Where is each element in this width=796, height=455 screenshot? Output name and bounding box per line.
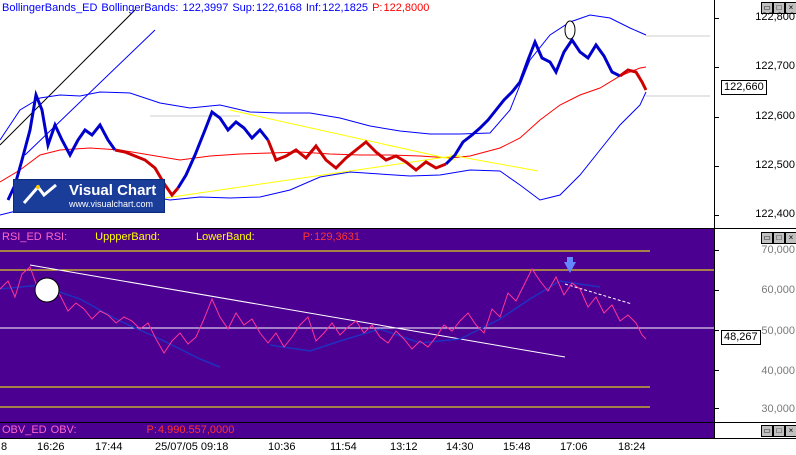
peak-marker — [564, 20, 576, 40]
time-label-7: 14:30 — [446, 441, 474, 453]
rsi-tickmark-2 — [714, 290, 719, 291]
rsi-label: RSI: — [45, 231, 68, 243]
rsi-close-button[interactable]: × — [785, 232, 796, 244]
sup-label: Sup: — [232, 2, 255, 14]
price-axis: ▭ □ × 122,800 122,700 122,600 122,500 12… — [714, 0, 796, 228]
obv-indicator-name: OBV_ED — [2, 424, 47, 436]
p-value: 122,8000 — [383, 2, 430, 14]
rsi-tickmark-1 — [714, 250, 719, 251]
logo-title: Visual Chart — [69, 182, 157, 199]
triangle-lower-line — [164, 154, 461, 199]
rsi-tickmark-5 — [714, 408, 719, 409]
bollinger-upper-band — [0, 14, 647, 141]
obv-maximize-button[interactable]: □ — [773, 425, 785, 437]
rsi-arrow-marker — [564, 262, 576, 273]
time-label-9: 17:06 — [560, 441, 588, 453]
price-tickmark-3 — [714, 117, 719, 118]
obv-chart-pane[interactable]: OBV_ED OBV: P: 4.990.557,0000 — [0, 422, 714, 439]
rsi-peak-marker — [34, 277, 60, 303]
lower-band-label: LowerBand: — [195, 231, 255, 243]
time-label-3: 25/07/05 09:18 — [155, 441, 229, 453]
time-label-4: 10:36 — [268, 441, 296, 453]
rsi-line — [0, 266, 647, 354]
sup-value: 122,6168 — [255, 2, 302, 14]
current-price-label: 122,660 — [721, 80, 767, 95]
rsi-panel-header: RSI_ED RSI: UppperBand: LowerBand: P: 12… — [2, 229, 364, 245]
price-tickmark-5 — [714, 215, 719, 216]
obv-label: OBV: — [50, 424, 77, 436]
logo-icon — [22, 183, 57, 204]
price-tickmark-1 — [714, 18, 719, 19]
rsi-maximize-button[interactable]: □ — [773, 232, 785, 244]
logo-url: www.visualchart.com — [69, 199, 154, 209]
p-label: P: — [372, 2, 383, 14]
price-series-red-3 — [619, 68, 648, 91]
rsi-tick-4: 40,000 — [761, 365, 795, 377]
price-series-blue-2 — [176, 109, 270, 189]
time-axis: 8 16:26 17:44 25/07/05 09:18 10:36 11:54… — [0, 438, 796, 455]
price-tick-1: 122,800 — [755, 11, 795, 23]
inf-label: Inf: — [305, 2, 322, 14]
rsi-indicator-name: RSI_ED — [2, 231, 42, 243]
price-indicator-value: 122,3997 — [182, 2, 229, 14]
current-rsi-label: 48,267 — [721, 330, 761, 345]
rsi-average-line-2 — [269, 280, 601, 352]
price-tick-2: 122,700 — [755, 60, 795, 72]
obv-p-label: P: — [146, 424, 157, 436]
rsi-average-line — [0, 284, 221, 368]
obv-close-button[interactable]: × — [785, 425, 796, 437]
rsi-tickmark-3 — [714, 330, 719, 331]
rsi-p-value: 129,3631 — [314, 231, 360, 243]
time-label-2: 17:44 — [95, 441, 123, 453]
time-label-6: 13:12 — [390, 441, 418, 453]
time-label-10: 18:24 — [618, 441, 646, 453]
rsi-tick-5: 30,000 — [761, 403, 795, 415]
price-panel-header: BollingerBands_ED BollingerBands: 122,39… — [2, 0, 433, 16]
rsi-trend-line — [29, 264, 566, 358]
time-label-1: 16:26 — [37, 441, 65, 453]
rsi-tickmark-4 — [714, 370, 719, 371]
time-label-0: 8 — [1, 441, 8, 453]
upper-band-label: UppperBand: — [95, 231, 160, 243]
rsi-p-label: P: — [302, 231, 314, 243]
rsi-arrow-stem — [567, 257, 573, 263]
price-indicator-name: BollingerBands_ED — [2, 2, 98, 14]
time-label-8: 15:48 — [503, 441, 531, 453]
price-tickmark-4 — [714, 166, 719, 167]
rsi-tick-2: 60,000 — [761, 284, 795, 296]
price-tick-4: 122,500 — [755, 159, 795, 171]
rsi-chart-pane[interactable]: RSI_ED RSI: UppperBand: LowerBand: P: 12… — [0, 228, 714, 423]
obv-p-value: 4.990.557,0000 — [157, 424, 235, 436]
price-series-blue-3 — [444, 37, 621, 166]
rsi-restore-button[interactable]: ▭ — [761, 232, 773, 244]
price-tick-5: 122,400 — [755, 208, 795, 220]
price-tick-3: 122,600 — [755, 110, 795, 122]
trend-line-channel-left — [24, 29, 156, 156]
triangle-extension-line — [449, 154, 539, 172]
obv-restore-button[interactable]: ▭ — [761, 425, 773, 437]
rsi-chart-svg[interactable] — [0, 229, 714, 423]
visual-chart-logo: Visual Chart www.visualchart.com — [13, 179, 165, 213]
inf-value: 122,1825 — [322, 2, 369, 14]
obv-axis: ▭ □ × — [714, 422, 796, 439]
time-label-5: 11:54 — [330, 441, 357, 453]
price-indicator-params: BollingerBands: — [101, 2, 179, 14]
price-chart-pane[interactable]: BollingerBands_ED BollingerBands: 122,39… — [0, 0, 714, 228]
price-tickmark-2 — [714, 67, 719, 68]
moving-average-line — [0, 66, 647, 183]
rsi-tick-3: 50,000 — [761, 325, 795, 337]
obv-panel-header: OBV_ED OBV: P: 4.990.557,0000 — [2, 423, 238, 437]
rsi-tick-1: 70,000 — [761, 244, 795, 256]
rsi-axis: ▭ □ × 70,000 60,000 50,000 40,000 30,000 — [714, 228, 796, 423]
trend-line-upper-left — [0, 9, 136, 146]
